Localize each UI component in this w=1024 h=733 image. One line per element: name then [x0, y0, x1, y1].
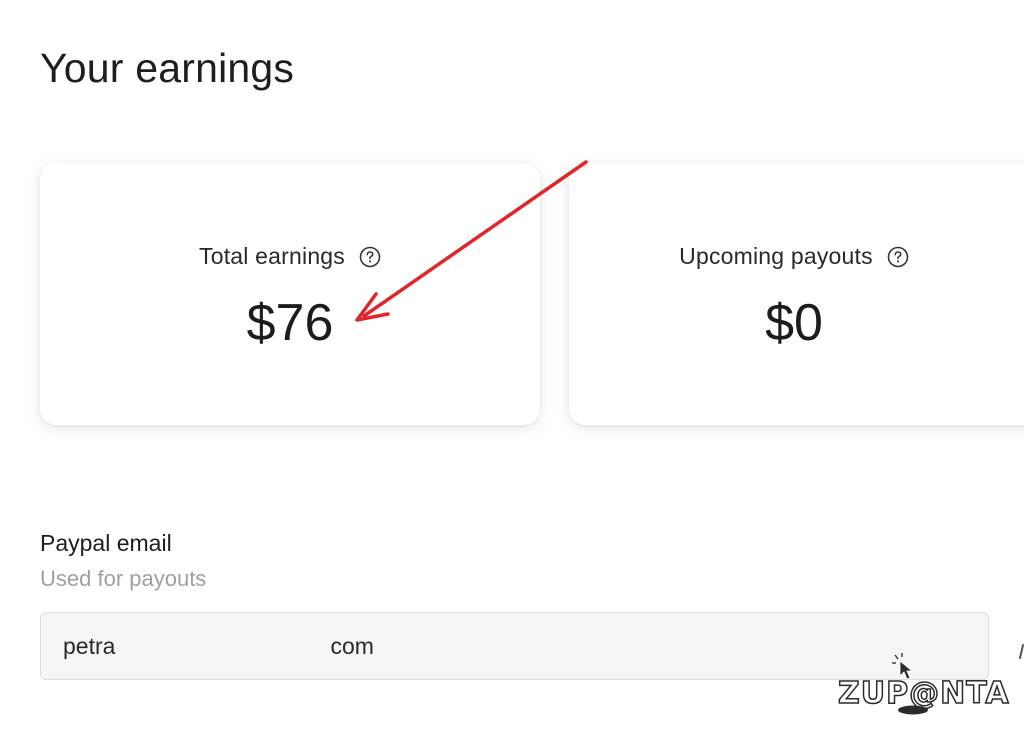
help-icon[interactable] [359, 246, 381, 268]
watermark-logo: ZUP@NTA [837, 652, 1009, 718]
paypal-email-label: Paypal email [40, 530, 172, 556]
help-icon[interactable] [887, 246, 909, 268]
total-earnings-label-row: Total earnings [40, 243, 540, 270]
upcoming-payouts-card: Upcoming payouts $0 [569, 163, 1024, 425]
total-earnings-label: Total earnings [199, 243, 345, 269]
total-earnings-value: $76 [246, 294, 334, 352]
upcoming-payouts-label: Upcoming payouts [679, 243, 873, 269]
earnings-page: Your earnings Total earnings $76 Upcomin… [0, 0, 1024, 733]
watermark-base-shape [898, 705, 928, 715]
paypal-email-value-start: petra [63, 632, 116, 659]
edge-edit-icon [1018, 642, 1024, 662]
page-title: Your earnings [40, 45, 295, 91]
paypal-email-hint: Used for payouts [40, 566, 207, 591]
upcoming-payouts-value: $0 [765, 294, 823, 352]
paypal-email-value-end: com [330, 632, 374, 659]
upcoming-payouts-label-row: Upcoming payouts [569, 243, 1019, 270]
total-earnings-card: Total earnings $76 [40, 163, 540, 425]
